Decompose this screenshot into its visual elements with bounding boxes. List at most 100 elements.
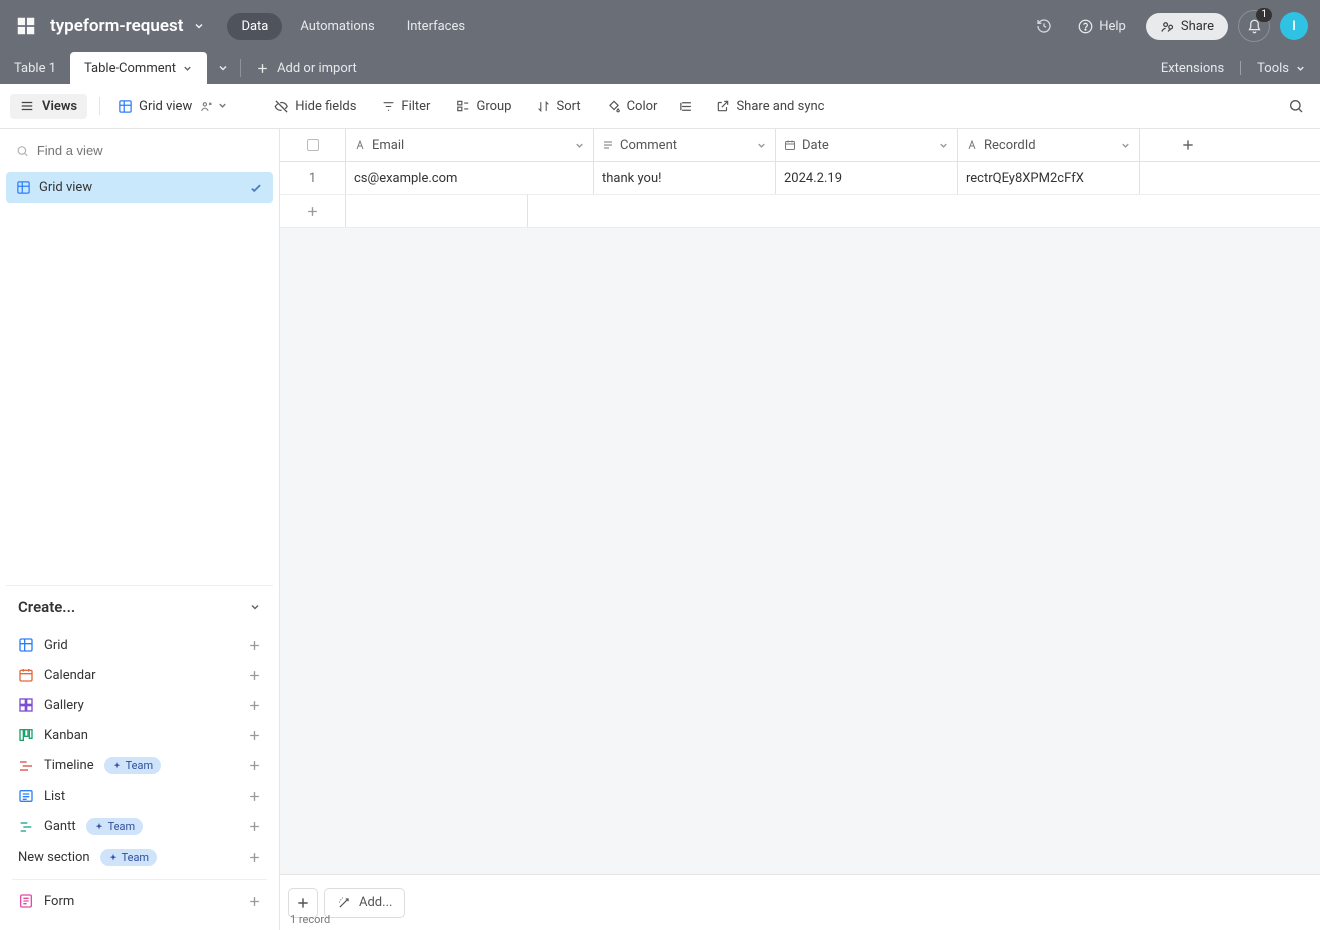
plus-icon	[296, 896, 310, 910]
sort-button[interactable]: Sort	[527, 94, 590, 119]
add-dropdown-button[interactable]: Add...	[324, 888, 405, 918]
add-or-import-button[interactable]: Add or import	[242, 52, 371, 84]
avatar[interactable]: I	[1280, 12, 1308, 40]
create-grid[interactable]: Grid	[8, 630, 271, 660]
color-button[interactable]: Color	[597, 94, 668, 119]
column-menu-icon[interactable]	[938, 140, 949, 151]
kanban-icon	[18, 727, 34, 743]
paint-icon	[607, 99, 621, 113]
tab-table-comment-label: Table-Comment	[84, 61, 176, 76]
nav-interfaces[interactable]: Interfaces	[393, 13, 479, 40]
search-icon	[16, 144, 29, 158]
create-gantt[interactable]: Gantt Team	[8, 811, 271, 842]
new-row[interactable]	[280, 195, 1320, 228]
tab-table-comment-chevron-icon[interactable]	[182, 63, 193, 74]
column-date[interactable]: Date	[776, 129, 958, 161]
column-comment[interactable]: Comment	[594, 129, 776, 161]
notifications-button[interactable]: 1	[1238, 10, 1270, 42]
tab-overflow-chevron-icon[interactable]	[207, 52, 239, 84]
help-button[interactable]: Help	[1068, 13, 1136, 40]
grid-icon	[18, 637, 34, 653]
row-number[interactable]: 1	[280, 162, 346, 194]
sparkle-icon	[94, 822, 104, 832]
view-entry-label: Grid view	[39, 180, 92, 195]
find-view-input[interactable]	[37, 143, 263, 158]
cell-date[interactable]: 2024.2.19	[776, 162, 958, 194]
active-view-pill[interactable]: Grid view	[112, 95, 234, 118]
create-header-label: Create...	[18, 598, 75, 616]
add-dropdown-label: Add...	[359, 895, 392, 910]
base-title-chevron-icon[interactable]	[187, 20, 211, 32]
column-recordid-label: RecordId	[984, 138, 1036, 153]
select-all-checkbox[interactable]	[280, 129, 346, 161]
create-calendar[interactable]: Calendar	[8, 660, 271, 690]
add-or-import-label: Add or import	[277, 61, 357, 76]
help-label: Help	[1099, 19, 1126, 34]
share-button[interactable]: Share	[1146, 13, 1228, 40]
long-text-icon	[602, 139, 614, 151]
filter-label: Filter	[401, 99, 430, 114]
tab-table1[interactable]: Table 1	[0, 52, 70, 84]
plus-icon	[306, 205, 319, 218]
grid-icon	[16, 180, 31, 195]
create-kanban[interactable]: Kanban	[8, 720, 271, 750]
help-icon	[1078, 19, 1093, 34]
cell-comment[interactable]: thank you!	[594, 162, 776, 194]
create-gallery[interactable]: Gallery	[8, 690, 271, 720]
add-column-button[interactable]	[1140, 129, 1236, 161]
column-menu-icon[interactable]	[756, 140, 767, 151]
add-row-inline[interactable]	[280, 195, 346, 227]
grid-icon	[118, 99, 133, 114]
column-date-label: Date	[802, 138, 829, 153]
column-email[interactable]: Email	[346, 129, 594, 161]
group-button[interactable]: Group	[446, 94, 521, 119]
column-menu-icon[interactable]	[574, 140, 585, 151]
history-icon[interactable]	[1030, 12, 1058, 40]
people-icon[interactable]	[200, 100, 213, 113]
create-section-toggle[interactable]: Create...	[6, 585, 273, 628]
search-button[interactable]	[1282, 92, 1310, 120]
views-panel-toggle[interactable]: Views	[10, 94, 87, 119]
active-view-label: Grid view	[139, 99, 192, 114]
tab-table-comment[interactable]: Table-Comment	[70, 52, 207, 84]
team-chip: Team	[86, 818, 144, 835]
create-calendar-label: Calendar	[44, 668, 96, 683]
nav-automations[interactable]: Automations	[286, 13, 388, 40]
chevron-down-icon	[1295, 63, 1306, 74]
row-height-button[interactable]	[673, 94, 700, 119]
create-form-label: Form	[44, 894, 74, 909]
team-chip: Team	[100, 849, 158, 866]
base-title[interactable]: typeform-request	[50, 16, 183, 36]
plus-icon	[248, 759, 261, 772]
filter-button[interactable]: Filter	[372, 94, 440, 119]
cell-recordid[interactable]: rectrQEy8XPM2cFfX	[958, 162, 1140, 194]
timeline-icon	[18, 758, 34, 774]
tools-label: Tools	[1257, 61, 1289, 76]
table-row[interactable]: 1 cs@example.com thank you! 2024.2.19 re…	[280, 162, 1320, 195]
plus-icon	[248, 669, 261, 682]
tools-button[interactable]: Tools	[1243, 52, 1320, 84]
create-new-section[interactable]: New section Team	[8, 842, 271, 873]
plus-icon	[248, 895, 261, 908]
create-kanban-label: Kanban	[44, 728, 88, 743]
nav-data[interactable]: Data	[227, 13, 282, 40]
share-sync-button[interactable]: Share and sync	[706, 94, 834, 119]
column-menu-icon[interactable]	[1120, 140, 1131, 151]
sparkle-icon	[112, 761, 122, 771]
check-icon	[249, 181, 263, 195]
chevron-down-icon[interactable]	[217, 100, 228, 111]
external-icon	[716, 99, 730, 113]
view-entry-grid[interactable]: Grid view	[6, 172, 273, 203]
app-logo-icon[interactable]	[12, 12, 40, 40]
create-form[interactable]: Form	[8, 886, 271, 916]
extensions-button[interactable]: Extensions	[1147, 52, 1238, 84]
cell-email[interactable]: cs@example.com	[346, 162, 594, 194]
create-list-label: List	[44, 789, 65, 804]
hide-fields-button[interactable]: Hide fields	[264, 94, 366, 119]
create-list[interactable]: List	[8, 781, 271, 811]
column-recordid[interactable]: RecordId	[958, 129, 1140, 161]
plus-icon	[248, 851, 261, 864]
create-new-section-label: New section	[18, 850, 90, 865]
find-view-input-wrap[interactable]	[6, 135, 273, 166]
create-timeline[interactable]: Timeline Team	[8, 750, 271, 781]
